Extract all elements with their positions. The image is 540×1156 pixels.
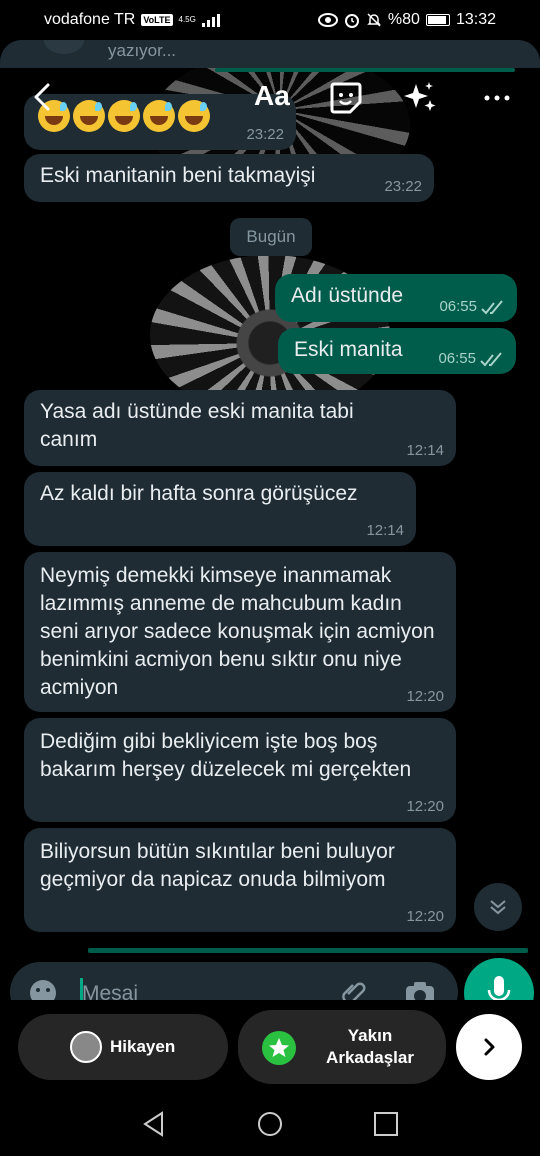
status-bar: vodafone TR VoLTE 4.5G %80 13:32 (0, 0, 540, 40)
message-time: 12:20 (406, 908, 444, 925)
nav-home-icon[interactable] (256, 1110, 284, 1138)
share-bar: Hikayen Yakın Arkadaşlar (0, 1000, 540, 1090)
message-bubble-incoming[interactable]: Eski manitanin beni takmayişi 23:22 (24, 154, 434, 202)
message-text: Yasa adı üstünde eski manita tabi canım (40, 400, 354, 451)
volte-badge: VoLTE (141, 14, 173, 26)
carrier-name: vodafone TR (44, 11, 136, 28)
message-time: 12:20 (406, 688, 444, 705)
day-divider: Bugün (230, 218, 312, 256)
message-time: 12:20 (406, 798, 444, 815)
send-next-button[interactable] (456, 1014, 522, 1080)
star-icon (262, 1031, 296, 1065)
share-to-story-button[interactable]: Hikayen (18, 1014, 228, 1080)
message-bubble-incoming[interactable]: Neymiş demekki kimseye inanmamak lazımmı… (24, 552, 456, 712)
message-time: 12:14 (366, 522, 404, 539)
nav-recents-icon[interactable] (372, 1110, 400, 1138)
story-label: Hikayen (110, 1037, 176, 1056)
chevron-right-icon (484, 1038, 495, 1056)
close-friends-label: Yakın Arkadaşlar (326, 1026, 414, 1067)
message-text: Eski manitanin beni takmayişi (40, 164, 316, 187)
share-close-friends-button[interactable]: Yakın Arkadaşlar (238, 1010, 446, 1084)
editor-toolbar: Aa (0, 40, 540, 156)
message-time: 06:55 (439, 298, 477, 315)
chat-area[interactable]: yazıyor... 23:22 Eski manitanin beni tak… (0, 40, 540, 1000)
battery-icon (425, 14, 450, 26)
message-text: Az kaldı bir hafta sonra görüşücez (40, 482, 358, 505)
story-avatar-icon (70, 1031, 102, 1063)
read-ticks-icon (480, 352, 502, 367)
nav-back-icon[interactable] (140, 1110, 168, 1138)
message-bubble-incoming[interactable]: Az kaldı bir hafta sonra görüşücez 12:14 (24, 472, 416, 546)
network-type: 4.5G (178, 15, 196, 24)
message-text: Biliyorsun bütün sıkıntılar beni buluyor… (40, 840, 395, 891)
battery-percent: %80 (387, 11, 420, 28)
message-bubble-incoming[interactable]: Dediğim gibi bekliyicem işte boş boş bak… (24, 718, 456, 822)
more-options-icon[interactable] (480, 80, 516, 116)
sparkles-icon[interactable] (402, 80, 438, 116)
message-time: 23:22 (384, 178, 422, 195)
message-time: 06:55 (438, 350, 476, 367)
eye-icon (317, 13, 338, 27)
alarm-icon (344, 14, 359, 28)
message-bubble-incoming[interactable]: Biliyorsun bütün sıkıntılar beni buluyor… (24, 828, 456, 932)
divider (88, 948, 528, 953)
clock: 13:32 (455, 11, 496, 28)
message-bubble-incoming[interactable]: Yasa adı üstünde eski manita tabi canım … (24, 390, 456, 466)
message-text: Dediğim gibi bekliyicem işte boş boş bak… (40, 730, 412, 781)
text-tool-button[interactable]: Aa (254, 80, 290, 112)
read-ticks-icon (481, 300, 503, 315)
message-time: 12:14 (406, 442, 444, 459)
message-text: Adı üstünde (291, 284, 404, 307)
message-text: Neymiş demekki kimseye inanmamak lazımmı… (40, 564, 435, 699)
message-text: Eski manita (294, 338, 403, 361)
mute-icon (367, 13, 381, 27)
double-chevron-down-icon (490, 900, 506, 915)
message-bubble-outgoing[interactable]: Adı üstünde 06:55 (275, 274, 517, 322)
scroll-to-bottom-button[interactable] (474, 883, 522, 931)
signal-icon (201, 13, 220, 27)
system-nav-bar (0, 1090, 540, 1156)
message-bubble-outgoing[interactable]: Eski manita 06:55 (278, 328, 516, 374)
sticker-icon[interactable] (328, 80, 364, 116)
back-arrow-icon[interactable] (28, 82, 58, 112)
